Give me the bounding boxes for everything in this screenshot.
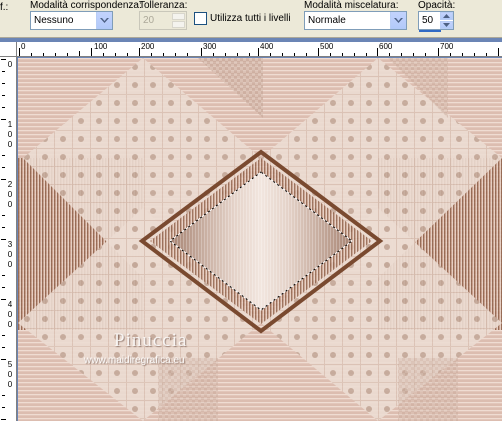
horizontal-ruler: 0 100 200 300 400 500 600 700 bbox=[17, 42, 502, 57]
blend-mode-label: Modalità miscelatura: bbox=[304, 0, 399, 11]
chevron-down-icon[interactable] bbox=[96, 12, 112, 29]
ruler-corner bbox=[0, 42, 17, 57]
vertical-ruler-ticks bbox=[1, 59, 6, 420]
blend-mode-value: Normale bbox=[308, 15, 346, 26]
watermark-title: Pinuccia bbox=[114, 330, 188, 351]
tolerance-input[interactable]: 20 bbox=[139, 11, 187, 30]
cut-label: f.: bbox=[0, 2, 9, 13]
blend-mode-dropdown[interactable]: Normale bbox=[304, 11, 407, 30]
use-all-layers-label: Utilizza tutti i livelli bbox=[210, 13, 291, 24]
toolbar: f.: Modalità corrispondenza: Nessuno Tol… bbox=[0, 0, 502, 38]
tolerance-label: Tolleranza: bbox=[139, 0, 188, 11]
match-mode-value: Nessuno bbox=[34, 15, 74, 26]
artwork bbox=[18, 58, 502, 421]
spin-down-icon[interactable] bbox=[440, 21, 453, 29]
opacity-value: 50 bbox=[422, 15, 434, 26]
tolerance-value: 20 bbox=[143, 15, 155, 26]
opacity-label: Opacità: bbox=[418, 0, 456, 11]
horizontal-ruler-ticks bbox=[19, 48, 499, 56]
chevron-down-icon[interactable] bbox=[390, 12, 406, 29]
image-canvas[interactable]: Pinuccia www.maidiregrafica.eu bbox=[18, 58, 502, 421]
tolerance-spinner[interactable] bbox=[172, 13, 185, 28]
spin-up-icon[interactable] bbox=[440, 12, 453, 20]
opacity-spinner[interactable] bbox=[440, 12, 453, 29]
workspace: 0 100 200 300 400 500 600 700 0 1 0 0 2 … bbox=[0, 38, 502, 421]
use-all-layers-checkbox[interactable] bbox=[194, 12, 207, 25]
opacity-slider-bar[interactable] bbox=[419, 30, 441, 32]
match-mode-label: Modalità corrispondenza: bbox=[30, 0, 142, 11]
watermark-url: www.maidiregrafica.eu bbox=[84, 355, 185, 366]
match-mode-dropdown[interactable]: Nessuno bbox=[30, 11, 113, 30]
vertical-ruler: 0 1 0 0 2 0 0 3 0 0 4 0 0 5 0 0 bbox=[0, 57, 17, 421]
